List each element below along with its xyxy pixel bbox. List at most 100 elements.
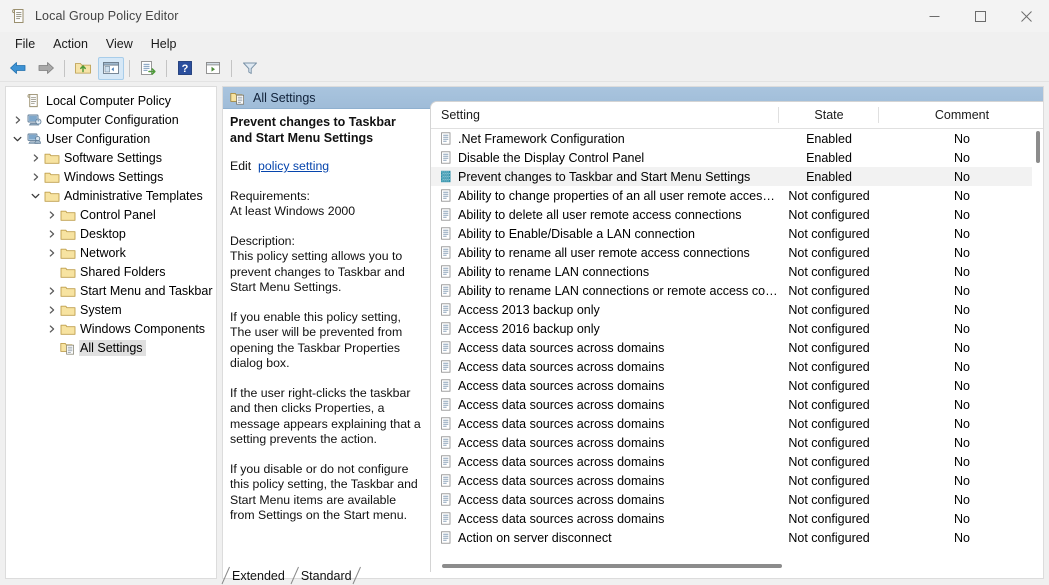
- folder-icon: [43, 168, 60, 185]
- tab-extended[interactable]: Extended: [221, 566, 291, 585]
- menu-help[interactable]: Help: [142, 34, 186, 54]
- minimize-button[interactable]: [911, 0, 957, 32]
- chevron-right-icon[interactable]: [44, 281, 59, 300]
- tree-item-network[interactable]: Network: [6, 243, 216, 262]
- console-tree-pane[interactable]: Local Computer Policy Computer Configura…: [5, 86, 217, 579]
- table-row[interactable]: Access data sources across domains Not c…: [431, 471, 1043, 490]
- chevron-right-icon[interactable]: [44, 205, 59, 224]
- maximize-button[interactable]: [957, 0, 1003, 32]
- table-row[interactable]: Access data sources across domains Not c…: [431, 433, 1043, 452]
- tree-item-administrative-templates[interactable]: Administrative Templates: [6, 186, 216, 205]
- cell-comment: No: [954, 226, 970, 241]
- settings-list-view[interactable]: Setting ^ State Comment .Net Framework C…: [430, 101, 1043, 572]
- column-header-state[interactable]: ^ State: [779, 102, 879, 128]
- cell-comment: No: [954, 378, 970, 393]
- tree-item-control-panel[interactable]: Control Panel: [6, 205, 216, 224]
- tree-item-all-settings[interactable]: All Settings: [6, 338, 216, 357]
- cell-state: Not configured: [788, 302, 870, 317]
- forward-button[interactable]: [33, 57, 59, 80]
- cell-state: Not configured: [788, 492, 870, 507]
- cell-comment: No: [954, 283, 970, 298]
- tree-item-windows-components[interactable]: Windows Components: [6, 319, 216, 338]
- tree-item-system[interactable]: System: [6, 300, 216, 319]
- cell-comment: No: [954, 397, 970, 412]
- table-row[interactable]: Ability to rename LAN connections Not co…: [431, 262, 1043, 281]
- table-row[interactable]: Ability to rename all user remote access…: [431, 243, 1043, 262]
- table-row[interactable]: Access data sources across domains Not c…: [431, 395, 1043, 414]
- tree-item-shared-folders[interactable]: Shared Folders: [6, 262, 216, 281]
- policy-setting-icon: [438, 132, 452, 146]
- table-row[interactable]: Ability to Enable/Disable a LAN connecti…: [431, 224, 1043, 243]
- table-row[interactable]: Access data sources across domains Not c…: [431, 509, 1043, 528]
- chevron-right-icon[interactable]: [28, 167, 43, 186]
- tree-item-windows-settings[interactable]: Windows Settings: [6, 167, 216, 186]
- column-header-comment[interactable]: Comment: [880, 102, 1043, 128]
- requirements-block: Requirements: At least Windows 2000: [230, 189, 421, 220]
- tree-item-desktop[interactable]: Desktop: [6, 224, 216, 243]
- list-vertical-scrollbar[interactable]: [1032, 129, 1043, 555]
- chevron-right-icon[interactable]: [28, 148, 43, 167]
- list-rows: .Net Framework Configuration Enabled No …: [431, 129, 1043, 555]
- cell-state: Not configured: [788, 416, 870, 431]
- chevron-right-icon[interactable]: [10, 110, 25, 129]
- table-row[interactable]: Ability to change properties of an all u…: [431, 186, 1043, 205]
- list-vertical-scroll-thumb[interactable]: [1036, 131, 1040, 163]
- cell-setting: Access data sources across domains: [431, 493, 779, 507]
- tree-item-computer-configuration[interactable]: Computer Configuration: [6, 110, 216, 129]
- chevron-right-icon[interactable]: [44, 243, 59, 262]
- tree-item-start-menu-and-taskbar[interactable]: Start Menu and Taskbar: [6, 281, 216, 300]
- table-row[interactable]: Access data sources across domains Not c…: [431, 452, 1043, 471]
- chevron-down-icon[interactable]: [28, 186, 43, 205]
- table-row[interactable]: Prevent changes to Taskbar and Start Men…: [431, 167, 1043, 186]
- table-row[interactable]: Access data sources across domains Not c…: [431, 338, 1043, 357]
- policy-setting-icon: [438, 322, 452, 336]
- menu-action[interactable]: Action: [44, 34, 97, 54]
- tree-item-software-settings[interactable]: Software Settings: [6, 148, 216, 167]
- table-row[interactable]: Access data sources across domains Not c…: [431, 490, 1043, 509]
- column-divider[interactable]: [878, 107, 879, 123]
- show-hide-console-tree-button[interactable]: [98, 56, 124, 80]
- filter-button[interactable]: [237, 57, 263, 80]
- table-row[interactable]: Access data sources across domains Not c…: [431, 414, 1043, 433]
- up-one-level-button[interactable]: [70, 57, 96, 80]
- table-row[interactable]: Action on server disconnect Not configur…: [431, 528, 1043, 547]
- setting-name: Access 2013 backup only: [458, 302, 600, 317]
- policy-setting-icon: [438, 227, 452, 241]
- column-header-setting-label: Setting: [441, 108, 480, 122]
- table-row[interactable]: Access data sources across domains Not c…: [431, 357, 1043, 376]
- table-row[interactable]: Ability to delete all user remote access…: [431, 205, 1043, 224]
- setting-name: Ability to rename all user remote access…: [458, 245, 750, 260]
- chevron-down-icon[interactable]: [10, 129, 25, 148]
- menu-view[interactable]: View: [97, 34, 142, 54]
- all-settings-icon: [230, 90, 246, 106]
- edit-policy-setting-link[interactable]: policy setting: [258, 159, 329, 173]
- menu-file[interactable]: File: [6, 34, 44, 54]
- setting-name: Access data sources across domains: [458, 416, 665, 431]
- tab-extended-label: Extended: [232, 568, 285, 583]
- chevron-right-icon[interactable]: [44, 224, 59, 243]
- back-button[interactable]: [5, 57, 31, 80]
- help-button[interactable]: ?: [172, 57, 198, 80]
- table-row[interactable]: Access 2013 backup only Not configured N…: [431, 300, 1043, 319]
- table-row[interactable]: Access data sources across domains Not c…: [431, 376, 1043, 395]
- table-row[interactable]: Access 2016 backup only Not configured N…: [431, 319, 1043, 338]
- tab-standard[interactable]: Standard: [290, 566, 361, 585]
- export-list-button[interactable]: [135, 57, 161, 80]
- chevron-right-icon[interactable]: [44, 319, 59, 338]
- properties-button[interactable]: [200, 57, 226, 80]
- table-row[interactable]: .Net Framework Configuration Enabled No: [431, 129, 1043, 148]
- cell-setting: .Net Framework Configuration: [431, 132, 779, 146]
- setting-name: Access data sources across domains: [458, 378, 665, 393]
- column-header-setting[interactable]: Setting: [432, 102, 779, 128]
- policy-setting-icon: [438, 417, 452, 431]
- table-row[interactable]: Disable the Display Control Panel Enable…: [431, 148, 1043, 167]
- tree-item-local-computer-policy[interactable]: Local Computer Policy: [6, 91, 216, 110]
- tree-item-user-configuration[interactable]: User Configuration: [6, 129, 216, 148]
- table-row[interactable]: Ability to rename LAN connections or rem…: [431, 281, 1043, 300]
- chevron-right-icon[interactable]: [44, 300, 59, 319]
- setting-name: Access 2016 backup only: [458, 321, 600, 336]
- toolbar-separator-3: [166, 59, 167, 77]
- cell-setting: Access data sources across domains: [431, 360, 779, 374]
- close-button[interactable]: [1003, 0, 1049, 32]
- window-title: Local Group Policy Editor: [35, 9, 179, 23]
